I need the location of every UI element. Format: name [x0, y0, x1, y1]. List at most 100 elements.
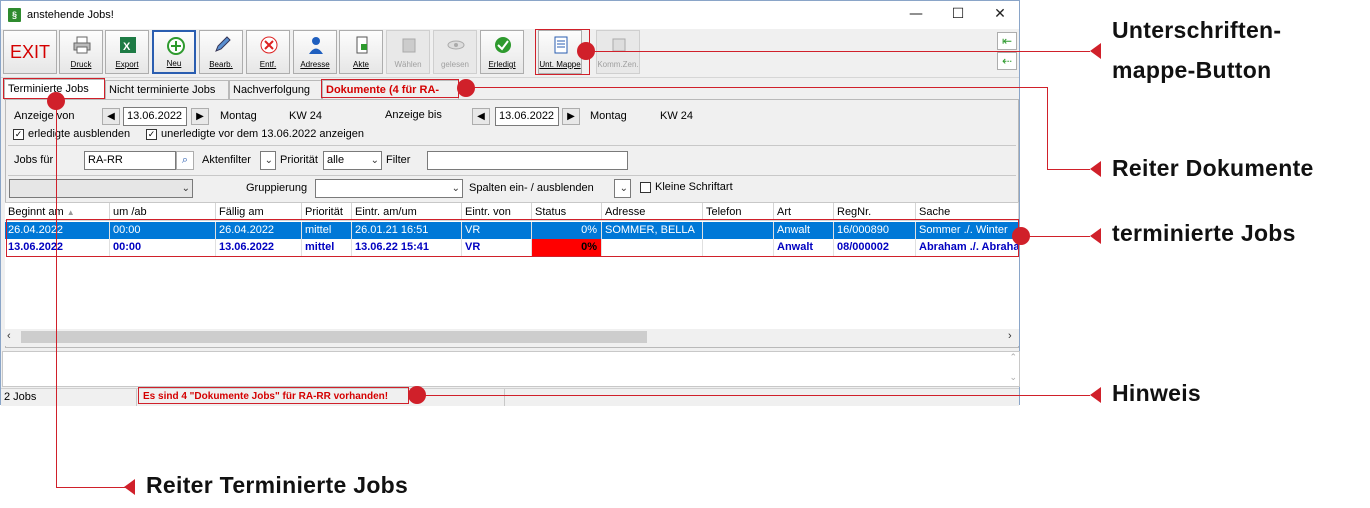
kleine-schrift-label: Kleine Schriftart [655, 181, 733, 193]
anzeige-bis-field[interactable]: 13.06.2022 [495, 107, 559, 126]
anzeige-von-field[interactable]: 13.06.2022 [123, 107, 187, 126]
search-icon[interactable]: ⌕ [176, 151, 194, 170]
chevron-down-icon: ⌄ [451, 183, 460, 194]
svg-text:X: X [123, 41, 131, 53]
divider [8, 145, 1016, 146]
aktenfilter-dropdown[interactable]: ⌄ [260, 151, 276, 170]
arrow-left-icon[interactable]: ⇤ [997, 32, 1017, 50]
arrowhead-icon [1090, 228, 1101, 244]
exit-button[interactable]: EXIT [3, 30, 57, 74]
anzeige-von-label: Anzeige von [14, 110, 75, 122]
connector-line [56, 487, 132, 488]
app-icon: § [8, 8, 21, 22]
jobs-fuer-label: Jobs für [14, 154, 54, 166]
prioritaet-label: Priorität [280, 154, 318, 166]
file-icon [356, 36, 368, 54]
divider [136, 389, 137, 406]
maximize-button[interactable]: ☐ [948, 5, 968, 23]
connector-line [470, 87, 1048, 88]
job-count: 2 Jobs [4, 391, 37, 403]
arrowhead-icon [1090, 161, 1101, 177]
comm-center-button[interactable]: Komm.Zen. [596, 30, 640, 74]
view-dropdown[interactable]: ⌄ [9, 179, 193, 198]
next-date-button[interactable]: ▶ [191, 108, 209, 125]
filter-input[interactable] [427, 151, 628, 170]
address-button[interactable]: Adresse [293, 30, 337, 74]
prev-date-bis-button[interactable]: ◀ [472, 108, 490, 125]
gruppierung-dropdown[interactable]: ⌄ [315, 179, 463, 198]
connector-line [1047, 169, 1090, 170]
gruppierung-label: Gruppierung [246, 182, 308, 194]
edit-button[interactable]: Bearb. [199, 30, 243, 74]
kleine-schrift-checkbox[interactable] [640, 182, 651, 193]
export-label: Export [115, 60, 139, 69]
new-button[interactable]: Neu [152, 30, 196, 74]
spalten-dropdown[interactable]: ⌄ [614, 179, 631, 198]
callout-unterschriften-1: Unterschriften- [1112, 17, 1282, 43]
tab-nicht-terminierte-jobs[interactable]: Nicht terminierte Jobs [105, 80, 229, 99]
print-button[interactable]: Druck [59, 30, 103, 74]
print-label: Druck [70, 60, 92, 69]
horizontal-scrollbar[interactable]: ‹ › [5, 329, 1019, 346]
address-label: Adresse [300, 60, 330, 69]
new-label: Neu [166, 59, 182, 68]
comm-icon [612, 38, 626, 52]
read-button[interactable]: gelesen [433, 30, 477, 74]
unerledigte-checkbox[interactable]: ✓ [146, 129, 157, 140]
prioritaet-value: alle [327, 154, 345, 166]
divider [504, 389, 505, 406]
chevron-down-icon: ⌄ [370, 155, 379, 166]
eye-icon [447, 40, 465, 50]
delete-button[interactable]: Entf. [246, 30, 290, 74]
erledigte-label: erledigte ausblenden [28, 128, 131, 140]
check-icon [495, 37, 511, 53]
dial-button[interactable]: Wählen [386, 30, 430, 74]
arrowhead-icon [124, 479, 135, 495]
done-button[interactable]: Erledigt [480, 30, 524, 74]
jobs-fuer-input[interactable]: RA-RR [84, 151, 176, 170]
excel-icon: X [120, 37, 136, 53]
scroll-down-icon[interactable]: ⌄ [1009, 372, 1017, 383]
tab-nachverfolgung[interactable]: Nachverfolgung [229, 80, 322, 99]
phone-icon [402, 38, 416, 53]
toolbar: EXIT Druck X Export Neu Bearb. Entf. Adr… [1, 29, 1019, 78]
unerledigte-label: unerledigte vor dem 13.06.2022 anzeigen [161, 128, 365, 140]
anzeige-von-day: Montag [220, 110, 257, 122]
marker-dot [408, 386, 426, 404]
anzeige-bis-label: Anzeige bis [385, 109, 442, 121]
divider [8, 175, 1016, 176]
scroll-left-icon[interactable]: ‹ [7, 330, 11, 342]
scroll-right-icon[interactable]: › [1008, 330, 1012, 342]
delete-icon [260, 36, 278, 54]
filter-label: Filter [386, 154, 411, 166]
scroll-up-icon[interactable]: ⌃ [1009, 352, 1017, 363]
file-button[interactable]: Akte [339, 30, 383, 74]
export-button[interactable]: X Export [105, 30, 149, 74]
spalten-label: Spalten ein- / ausblenden [469, 182, 594, 194]
erledigte-checkbox[interactable]: ✓ [13, 129, 24, 140]
anzeige-von-kw: KW 24 [289, 110, 323, 122]
arrow-back-icon[interactable]: ⇠ [997, 52, 1017, 70]
notes-pane: ⌃ ⌄ [2, 351, 1020, 387]
person-icon [309, 37, 323, 54]
edit-label: Bearb. [209, 60, 233, 69]
marker-dot [1012, 227, 1030, 245]
callout-reiter-dokumente: Reiter Dokumente [1112, 155, 1314, 181]
callout-reiter-terminierte: Reiter Terminierte Jobs [146, 472, 409, 498]
prioritaet-dropdown[interactable]: alle ⌄ [323, 151, 382, 170]
printer-icon [73, 36, 91, 54]
dial-label: Wählen [394, 60, 422, 69]
delete-label: Entf. [259, 60, 277, 69]
callout-terminierte-jobs: terminierte Jobs [1112, 220, 1296, 246]
prev-date-button[interactable]: ◀ [102, 108, 120, 125]
tab-bar: Terminierte Jobs Nicht terminierte Jobs … [1, 79, 1019, 114]
minimize-button[interactable]: — [906, 5, 926, 23]
arrowhead-icon [1090, 43, 1101, 59]
rows-highlight [6, 219, 1019, 257]
scrollbar-thumb[interactable] [21, 331, 647, 343]
marker-dot [577, 42, 595, 60]
chevron-down-icon: ⌄ [264, 155, 273, 166]
next-date-bis-button[interactable]: ▶ [562, 108, 580, 125]
anzeige-bis-day: Montag [590, 110, 627, 122]
close-button[interactable]: ✕ [990, 5, 1010, 23]
